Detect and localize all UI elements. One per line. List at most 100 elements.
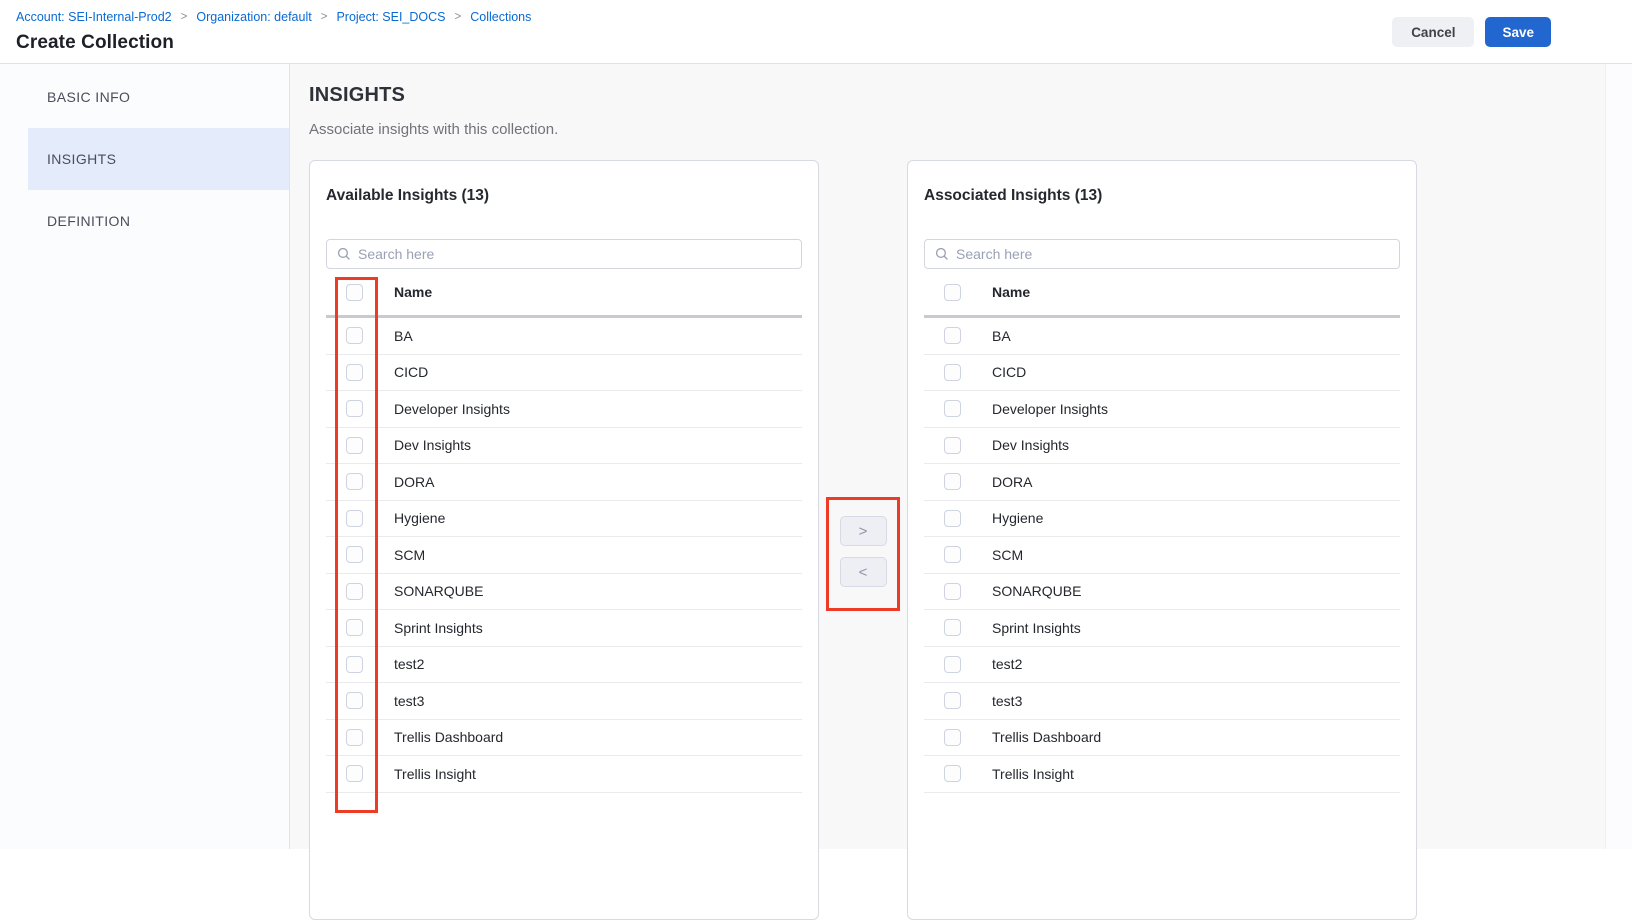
row-checkbox[interactable] — [944, 619, 961, 636]
row-checkbox[interactable] — [944, 437, 961, 454]
row-checkbox[interactable] — [346, 692, 363, 709]
list-item[interactable]: SONARQUBE — [326, 574, 802, 611]
page-title: Create Collection — [16, 32, 531, 54]
page-body: BASIC INFOINSIGHTSDEFINITION INSIGHTS As… — [0, 64, 1632, 849]
insight-name: Developer Insights — [394, 401, 510, 417]
list-item[interactable]: BA — [326, 318, 802, 355]
list-item[interactable]: BA — [924, 318, 1400, 355]
row-checkbox[interactable] — [346, 327, 363, 344]
list-item[interactable]: Dev Insights — [326, 428, 802, 465]
list-item[interactable]: Developer Insights — [924, 391, 1400, 428]
insight-name: test3 — [992, 693, 1022, 709]
list-item[interactable]: test3 — [326, 683, 802, 720]
row-checkbox[interactable] — [944, 692, 961, 709]
scrollbar-track[interactable] — [1605, 64, 1632, 849]
insight-name: Trellis Insight — [992, 766, 1074, 782]
insight-name: SCM — [394, 547, 425, 563]
list-item[interactable]: Trellis Insight — [924, 756, 1400, 793]
list-item[interactable]: Hygiene — [924, 501, 1400, 538]
list-item[interactable]: Hygiene — [326, 501, 802, 538]
section-heading: INSIGHTS — [309, 84, 1632, 107]
insight-name: BA — [394, 328, 413, 344]
insight-name: Trellis Dashboard — [992, 729, 1101, 745]
sidebar-item[interactable]: BASIC INFO — [0, 66, 289, 128]
available-insights-title: Available Insights (13) — [326, 187, 802, 205]
section-subheading: Associate insights with this collection. — [309, 121, 1632, 138]
insight-name: Sprint Insights — [992, 620, 1081, 636]
breadcrumb-link[interactable]: Collections — [470, 10, 531, 24]
row-checkbox[interactable] — [346, 729, 363, 746]
row-checkbox[interactable] — [346, 510, 363, 527]
move-left-button[interactable]: < — [840, 557, 887, 587]
insight-name: test3 — [394, 693, 424, 709]
insight-name: BA — [992, 328, 1011, 344]
row-checkbox[interactable] — [346, 619, 363, 636]
row-checkbox[interactable] — [944, 473, 961, 490]
list-item[interactable]: SCM — [326, 537, 802, 574]
row-checkbox[interactable] — [346, 656, 363, 673]
row-checkbox[interactable] — [346, 400, 363, 417]
transfer-controls: > < — [819, 160, 907, 920]
row-checkbox[interactable] — [944, 400, 961, 417]
row-checkbox[interactable] — [944, 583, 961, 600]
row-checkbox[interactable] — [346, 546, 363, 563]
list-item[interactable]: CICD — [924, 355, 1400, 392]
breadcrumb-link[interactable]: Account: SEI-Internal-Prod2 — [16, 10, 172, 24]
list-item[interactable]: CICD — [326, 355, 802, 392]
row-checkbox[interactable] — [944, 364, 961, 381]
row-checkbox[interactable] — [346, 583, 363, 600]
row-checkbox[interactable] — [944, 546, 961, 563]
row-checkbox[interactable] — [346, 364, 363, 381]
row-checkbox[interactable] — [944, 656, 961, 673]
associated-search-input[interactable] — [956, 246, 1389, 262]
list-item[interactable]: Trellis Dashboard — [326, 720, 802, 757]
header-left: Account: SEI-Internal-Prod2 > Organizati… — [16, 9, 531, 63]
move-right-button[interactable]: > — [840, 516, 887, 546]
associated-insights-title: Associated Insights (13) — [924, 187, 1400, 205]
available-search-input[interactable] — [358, 246, 791, 262]
breadcrumb-link[interactable]: Organization: default — [196, 10, 311, 24]
page-header: Account: SEI-Internal-Prod2 > Organizati… — [0, 0, 1632, 64]
name-column-header: Name — [992, 284, 1030, 300]
associated-table-header: Name — [924, 269, 1400, 318]
breadcrumb-item: Account: SEI-Internal-Prod2 > — [16, 10, 187, 24]
insight-name: SONARQUBE — [394, 583, 483, 599]
list-item[interactable]: DORA — [924, 464, 1400, 501]
row-checkbox[interactable] — [944, 327, 961, 344]
list-item[interactable]: test2 — [924, 647, 1400, 684]
breadcrumb-separator-icon: > — [181, 11, 188, 23]
insight-name: DORA — [992, 474, 1032, 490]
insight-name: SCM — [992, 547, 1023, 563]
list-item[interactable]: DORA — [326, 464, 802, 501]
breadcrumb-item: Collections > — [470, 10, 531, 24]
insight-name: test2 — [992, 656, 1022, 672]
insight-panels: Available Insights (13) Name — [309, 160, 1417, 920]
row-checkbox[interactable] — [944, 510, 961, 527]
select-all-checkbox[interactable] — [944, 284, 961, 301]
row-checkbox[interactable] — [346, 437, 363, 454]
row-checkbox[interactable] — [346, 473, 363, 490]
list-item[interactable]: SCM — [924, 537, 1400, 574]
breadcrumb-link[interactable]: Project: SEI_DOCS — [336, 10, 445, 24]
row-checkbox[interactable] — [944, 729, 961, 746]
list-item[interactable]: Trellis Insight — [326, 756, 802, 793]
row-checkbox[interactable] — [944, 765, 961, 782]
list-item[interactable]: Sprint Insights — [326, 610, 802, 647]
row-checkbox[interactable] — [346, 765, 363, 782]
cancel-button[interactable]: Cancel — [1392, 17, 1474, 47]
associated-insights-list: BA CICD Developer Insights Dev Insights — [924, 318, 1400, 793]
sidebar-item[interactable]: DEFINITION — [0, 190, 289, 252]
save-button[interactable]: Save — [1485, 17, 1551, 47]
insight-name: Trellis Insight — [394, 766, 476, 782]
list-item[interactable]: Trellis Dashboard — [924, 720, 1400, 757]
breadcrumb-item: Project: SEI_DOCS > — [336, 10, 461, 24]
list-item[interactable]: Dev Insights — [924, 428, 1400, 465]
breadcrumb: Account: SEI-Internal-Prod2 > Organizati… — [16, 9, 531, 25]
list-item[interactable]: test2 — [326, 647, 802, 684]
list-item[interactable]: SONARQUBE — [924, 574, 1400, 611]
select-all-checkbox[interactable] — [346, 284, 363, 301]
list-item[interactable]: Developer Insights — [326, 391, 802, 428]
list-item[interactable]: test3 — [924, 683, 1400, 720]
list-item[interactable]: Sprint Insights — [924, 610, 1400, 647]
sidebar-item[interactable]: INSIGHTS — [28, 128, 289, 190]
